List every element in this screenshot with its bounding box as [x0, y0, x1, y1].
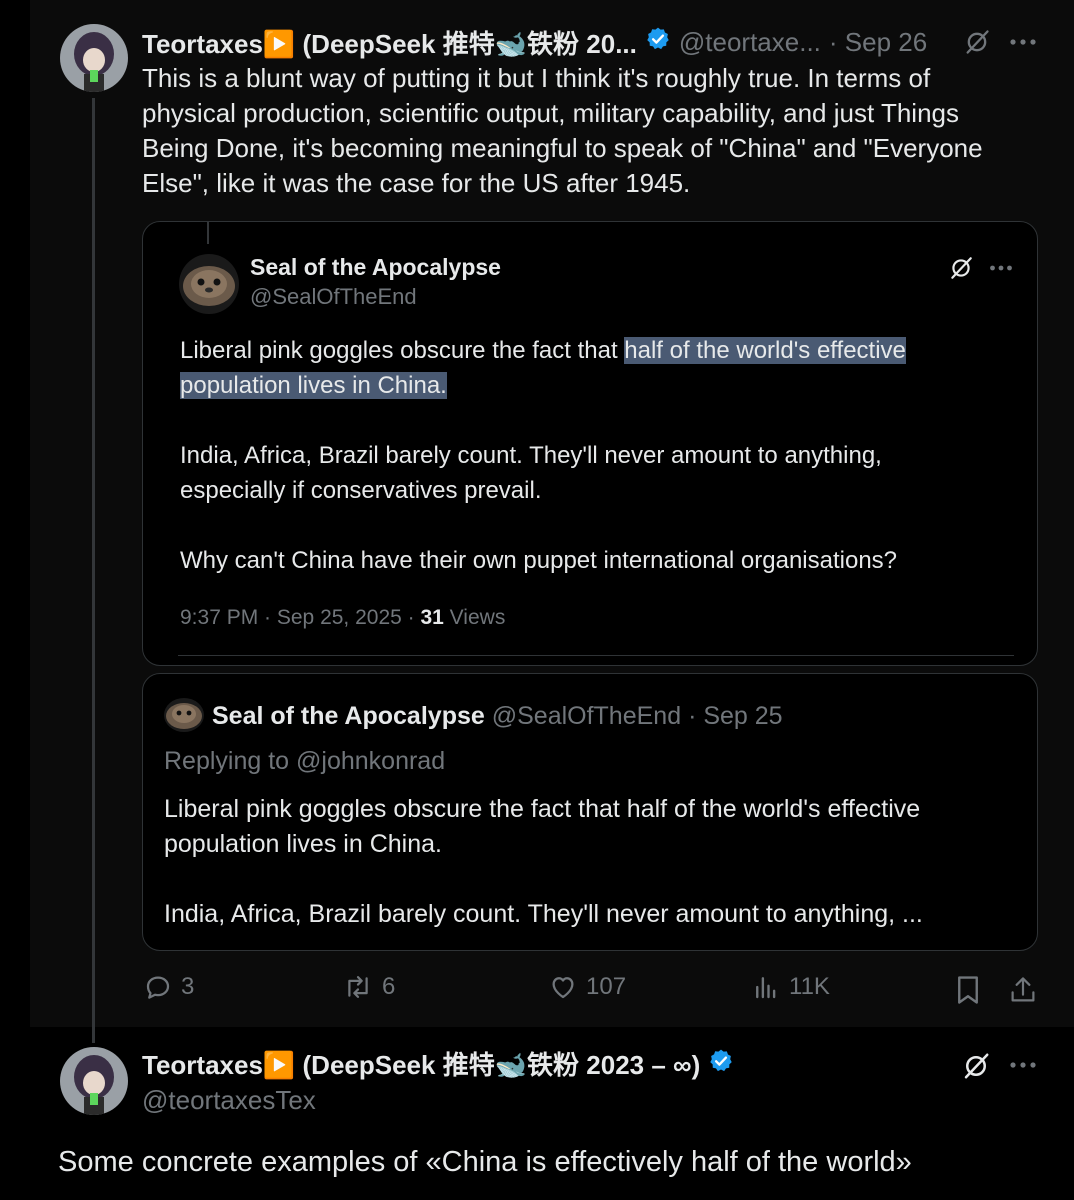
like-count: 107 [586, 973, 627, 1000]
quote-text: Liberal pink goggles obscure the fact th… [180, 333, 1020, 578]
quote-avatar[interactable] [179, 254, 239, 314]
tweet2-text: Some concrete examples of «China is effe… [58, 1146, 912, 1178]
nested-display-name[interactable]: Seal of the Apocalypse [212, 702, 485, 730]
timestamp[interactable]: · Sep 26 [829, 27, 927, 58]
quote-text-line: India, Africa, Brazil barely count. They… [180, 442, 882, 469]
tweet-header: Teortaxes▶️ (DeepSeek 推特🐋铁粉 20... @teort… [142, 24, 1072, 60]
nested-text-line: Liberal pink goggles obscure the fact th… [164, 795, 921, 823]
more-options-icon[interactable] [1006, 1050, 1040, 1080]
more-options-icon[interactable] [1006, 27, 1040, 57]
quote-text-line: Liberal pink goggles obscure the fact th… [180, 333, 1020, 368]
quote-views-label: Views [443, 606, 506, 629]
quote-views-count: 31 [420, 606, 444, 629]
thread-line [92, 98, 95, 1043]
tweet-text: This is a blunt way of putting it but I … [142, 61, 1042, 201]
grok-icon[interactable] [960, 1050, 992, 1082]
nested-avatar[interactable] [164, 698, 204, 732]
repost-button[interactable]: 6 [342, 972, 395, 1002]
nested-text-line: population lives in China. [164, 830, 442, 858]
text-selection-highlight: population lives in China. [180, 372, 447, 399]
share-icon[interactable] [1008, 974, 1038, 1006]
tweet-text-line: Else", like it was the case for the US a… [142, 168, 691, 198]
like-button[interactable]: 107 [548, 972, 626, 1002]
views-count: 11K [789, 973, 830, 1000]
quote-text-line: Why can't China have their own puppet in… [180, 547, 898, 574]
analytics-icon [751, 972, 781, 1002]
tweet2-header: Teortaxes▶️ (DeepSeek 推特🐋铁粉 2023 – ∞) [142, 1047, 734, 1083]
replying-to[interactable]: Replying to @johnkonrad [164, 744, 445, 778]
nested-handle[interactable]: @SealOfTheEnd [492, 702, 681, 730]
quote-more-options-icon[interactable] [986, 253, 1016, 283]
nested-text-line: India, Africa, Brazil barely count. They… [164, 900, 923, 928]
quote-text-plain: Liberal pink goggles obscure the fact th… [180, 337, 625, 364]
quote-display-name[interactable]: Seal of the Apocalypse [250, 253, 501, 281]
views-button[interactable]: 11K [751, 972, 830, 1002]
reply-button[interactable]: 3 [143, 972, 194, 1002]
reply-count: 3 [181, 973, 195, 1000]
nested-header: Seal of the Apocalypse @SealOfTheEnd · S… [212, 699, 783, 733]
repost-count: 6 [382, 973, 396, 1000]
nested-timestamp[interactable]: · Sep 25 [688, 702, 783, 730]
avatar[interactable] [60, 1047, 128, 1115]
reply-icon [143, 972, 173, 1002]
nested-text: Liberal pink goggles obscure the fact th… [164, 792, 1024, 932]
text-selection-highlight: half of the world's effective [624, 337, 906, 364]
repost-icon [342, 972, 374, 1002]
quote-thread-stub [207, 222, 209, 244]
display-name[interactable]: Teortaxes▶️ (DeepSeek 推特🐋铁粉 20... [142, 24, 637, 61]
quote-divider [178, 655, 1014, 656]
handle[interactable]: @teortaxe... [679, 27, 821, 58]
heart-icon [548, 972, 578, 1002]
avatar[interactable] [60, 24, 128, 92]
bookmark-icon[interactable] [953, 974, 983, 1006]
quote-meta: 9:37 PM · Sep 25, 2025 · 31 Views [180, 604, 505, 632]
handle[interactable]: @teortaxesTex [142, 1083, 316, 1117]
display-name[interactable]: Teortaxes▶️ (DeepSeek 推特🐋铁粉 2023 – ∞) [142, 1047, 700, 1083]
verified-badge-icon [708, 1047, 734, 1083]
tweet-text-line: Being Done, it's becoming meaningful to … [142, 133, 983, 163]
grok-icon[interactable] [962, 27, 992, 57]
quote-handle[interactable]: @SealOfTheEnd [250, 283, 417, 311]
tweet-text-line: physical production, scientific output, … [142, 98, 959, 128]
tweet-text-line: This is a blunt way of putting it but I … [142, 63, 931, 93]
verified-badge-icon [645, 26, 671, 59]
quote-text-line: population lives in China. [180, 368, 1020, 403]
quote-text-line: especially if conservatives prevail. [180, 477, 542, 504]
quote-timestamp[interactable]: 9:37 PM · Sep 25, 2025 · [180, 606, 420, 629]
quote-grok-icon[interactable] [946, 253, 976, 283]
